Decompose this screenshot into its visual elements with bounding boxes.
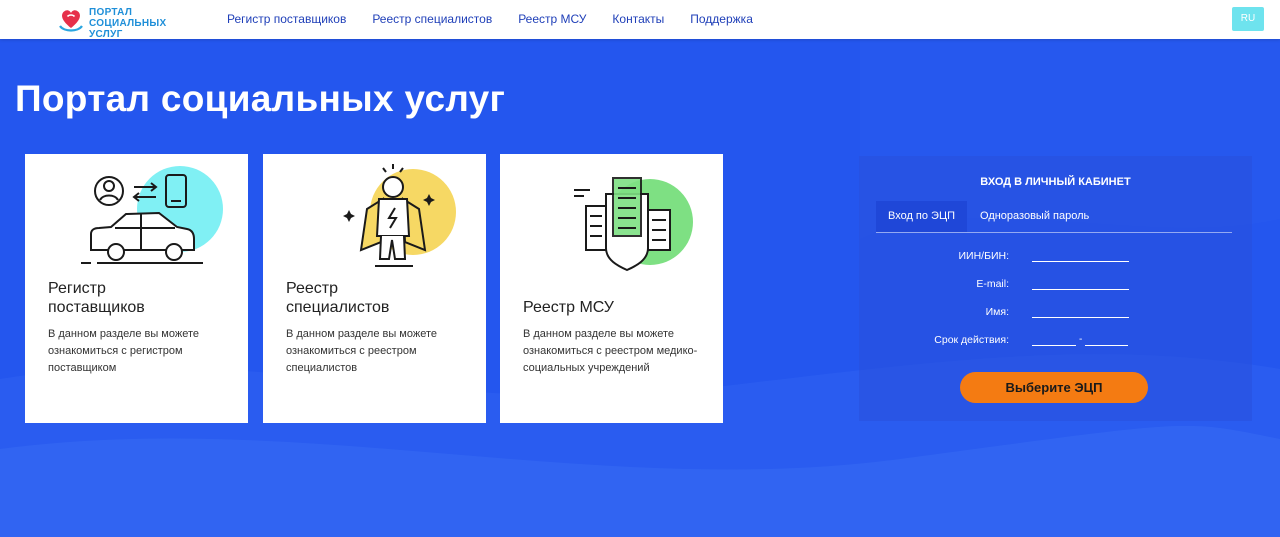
login-title: ВХОД В ЛИЧНЫЙ КАБИНЕТ [980, 176, 1131, 188]
tab-login-ecp[interactable]: Вход по ЭЦП [876, 201, 967, 232]
card-providers-title-line-2: поставщиков [48, 299, 145, 316]
card-msu-illustration [574, 177, 693, 272]
card-providers-illustration [81, 166, 223, 264]
iin-label: ИИН/БИН: [958, 250, 1009, 262]
card-specialists-desc-line-3: специалистов [286, 362, 358, 374]
logo[interactable]: Портал социальных услуг [58, 5, 188, 40]
card-msu-desc-line-3: социальных учреждений [523, 362, 650, 374]
email-label: E-mail: [976, 278, 1009, 290]
card-msu-title: Реестр МСУ [523, 299, 614, 316]
card-providers-register[interactable]: Регистр поставщиков В данном разделе вы … [25, 154, 248, 423]
card-specialists-title-line-2: специалистов [286, 299, 390, 316]
email-value-line [1032, 289, 1129, 290]
card-providers-title: Регистр поставщиков [48, 279, 228, 317]
field-row-email: E-mail: [859, 278, 1252, 292]
card-msu-desc-line-2: ознакомиться с реестром медико- [523, 345, 698, 357]
card-providers-description: В данном разделе вы можете ознакомиться … [48, 326, 228, 377]
card-specialists-title: Реестр специалистов [286, 279, 466, 317]
top-header: Портал социальных услуг Регистр поставщи… [0, 0, 1280, 40]
nav-link-providers-register[interactable]: Регистр поставщиков [227, 12, 346, 26]
iin-value-line [1032, 261, 1129, 262]
field-row-iin: ИИН/БИН: [859, 250, 1252, 264]
validity-separator: - [1079, 334, 1083, 345]
name-value-line [1032, 317, 1129, 318]
logo-line-2: социальных услуг [89, 18, 167, 40]
language-switch-button[interactable]: RU [1232, 7, 1264, 31]
card-specialists-description: В данном разделе вы можете ознакомиться … [286, 326, 466, 377]
card-providers-desc-line-1: В данном разделе вы можете [48, 328, 199, 340]
main-nav: Регистр поставщиков Реестр специалистов … [227, 12, 779, 26]
page-title: Портал социальных услуг [15, 78, 506, 119]
validity-label: Срок действия: [934, 334, 1009, 346]
logo-text: Портал социальных услуг [89, 7, 188, 40]
card-specialists-illustration [343, 164, 456, 267]
login-tabs: Вход по ЭЦП Одноразовый пароль [876, 201, 1232, 233]
select-ecp-button[interactable]: Выберите ЭЦП [960, 372, 1148, 403]
card-msu-desc-line-1: В данном разделе вы можете [523, 328, 674, 340]
validity-to-line [1085, 345, 1128, 346]
nav-link-support[interactable]: Поддержка [690, 12, 753, 26]
user-circle-icon [94, 176, 124, 206]
validity-from-line [1032, 345, 1076, 346]
login-panel: ВХОД В ЛИЧНЫЙ КАБИНЕТ Вход по ЭЦП Однора… [859, 156, 1252, 421]
card-msu-description: В данном разделе вы можете ознакомиться … [523, 326, 703, 377]
heart-hands-logo-icon [59, 10, 83, 32]
card-providers-title-line-1: Регистр [48, 280, 106, 297]
tab-one-time-password[interactable]: Одноразовый пароль [980, 201, 1089, 232]
card-providers-desc-line-2: ознакомиться с регистром [48, 345, 183, 357]
card-specialists-registry[interactable]: Реестр специалистов В данном разделе вы … [263, 154, 486, 423]
field-row-name: Имя: [859, 306, 1252, 320]
card-specialists-title-line-1: Реестр [286, 280, 338, 297]
nav-link-contacts[interactable]: Контакты [612, 12, 664, 26]
card-msu-registry[interactable]: Реестр МСУ В данном разделе вы можете оз… [500, 154, 723, 423]
card-providers-desc-line-3: поставщиком [48, 362, 117, 374]
name-label: Имя: [985, 306, 1009, 318]
nav-link-specialists-registry[interactable]: Реестр специалистов [372, 12, 492, 26]
field-row-validity: Срок действия: - [859, 334, 1252, 348]
nav-link-msu-registry[interactable]: Реестр МСУ [518, 12, 586, 26]
card-specialists-desc-line-2: ознакомиться с реестром [286, 345, 417, 357]
logo-line-1: Портал [89, 7, 133, 18]
card-specialists-desc-line-1: В данном разделе вы можете [286, 328, 437, 340]
